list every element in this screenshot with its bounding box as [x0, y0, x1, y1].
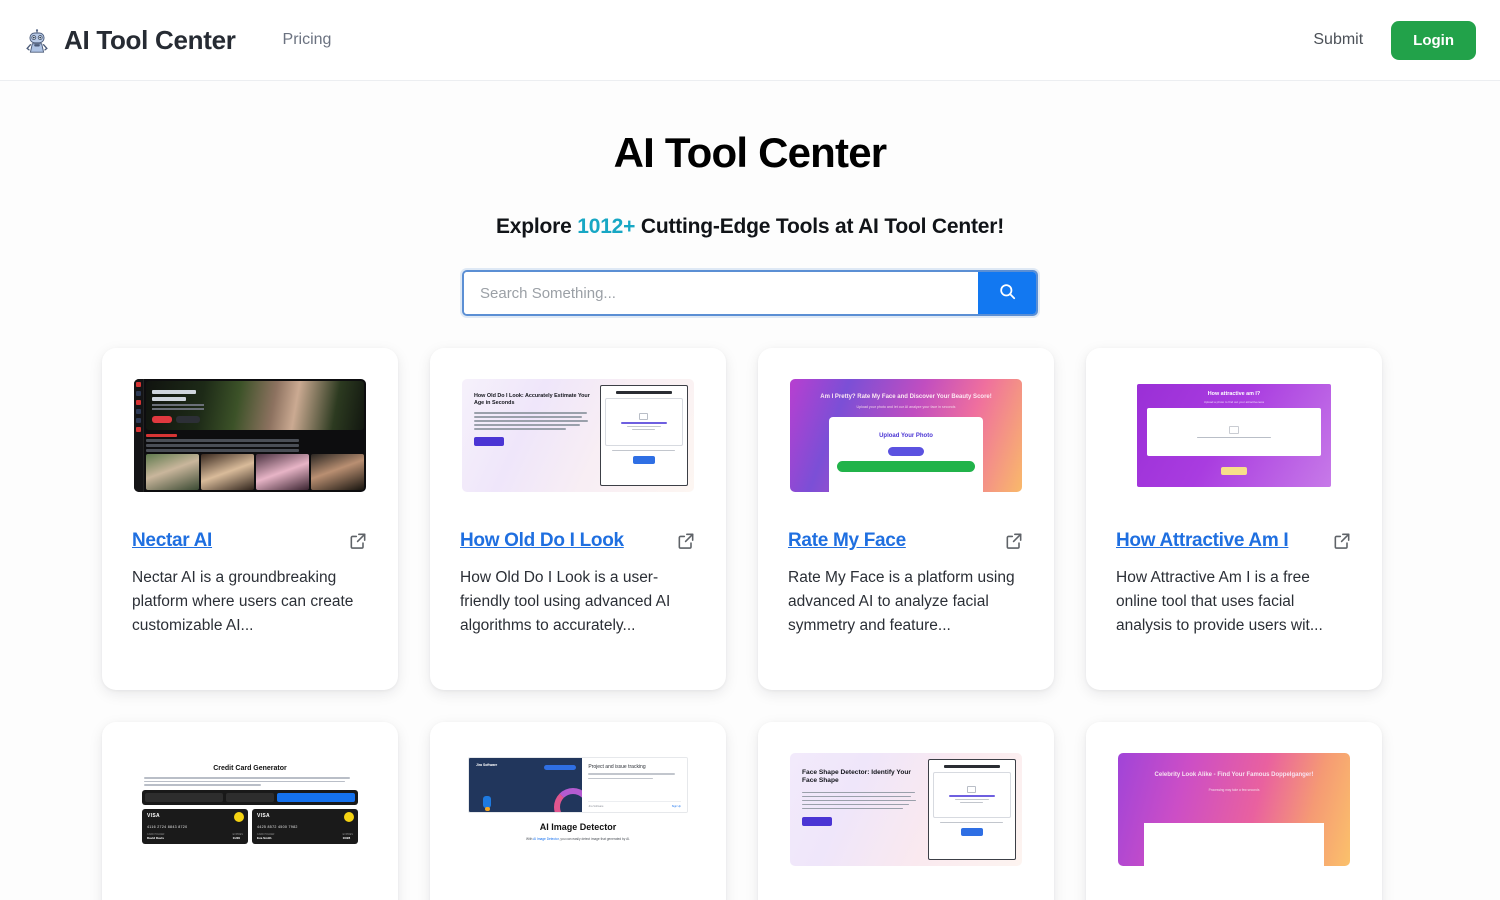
card-description: Nectar AI is a groundbreaking platform w…	[132, 569, 354, 634]
tool-thumbnail-how-old-do-i-look: How Old Do I Look: Accurately Estimate Y…	[462, 379, 694, 492]
thumb-cta	[474, 436, 504, 446]
tool-card[interactable]: Credit Card Generator VISA 4116 2724 884…	[102, 722, 398, 900]
thumb-heading: Credit Card Generator	[213, 765, 287, 772]
search-bar	[462, 270, 1038, 316]
tool-card[interactable]: Face Shape Detector: Identify Your Face …	[758, 722, 1054, 900]
page-title: AI Tool Center	[613, 129, 888, 176]
caption-after: , you can easily detect image that gener…	[558, 837, 631, 841]
hero-subtitle-before: Explore	[495, 215, 578, 238]
hero-section: AI Tool Center Explore 1012+ Cutting-Edg…	[0, 81, 1500, 316]
card-header: How Old Do I Look	[460, 530, 696, 552]
robot-icon	[22, 25, 52, 55]
tool-count: 1012+	[577, 215, 636, 238]
card-description: Rate My Face is a platform using advance…	[788, 569, 1015, 634]
caption-before: With	[525, 837, 534, 841]
card-number: 4116 2724 8843 8720	[147, 824, 188, 829]
thumb-heading: How Old Do I Look: Accurately Estimate Y…	[474, 393, 590, 406]
search-icon	[998, 282, 1017, 304]
tool-card[interactable]: How Old Do I Look: Accurately Estimate Y…	[430, 348, 726, 690]
card-title[interactable]: How Old Do I Look	[460, 530, 624, 552]
brand-logo[interactable]: AI Tool Center	[22, 25, 236, 56]
login-button[interactable]: Login	[1391, 20, 1476, 60]
card-header: How Attractive Am I	[1116, 530, 1352, 552]
tool-card-grid: Nectar AI Nectar AI is a groundbreaking …	[102, 348, 1398, 900]
caption-link: AI Image Detector	[533, 837, 559, 841]
card-expiry: 10/28	[342, 835, 351, 840]
thumb-heading: Am I Pretty? Rate My Face and Discover Y…	[820, 394, 992, 400]
card-brand: VISA	[147, 812, 160, 819]
card-holder: David Davis	[147, 835, 165, 840]
card-brand: VISA	[257, 812, 270, 819]
card-number: 4425 8572 4500 7982	[257, 824, 298, 829]
external-link-icon[interactable]	[676, 531, 696, 551]
header-actions: Submit Login	[1313, 20, 1476, 60]
submit-link[interactable]: Submit	[1313, 31, 1363, 49]
card-title[interactable]: Rate My Face	[788, 530, 906, 552]
thumb-heading: How attractive am I?	[1207, 391, 1261, 398]
tool-thumbnail-face-shape-detector: Face Shape Detector: Identify Your Face …	[790, 753, 1022, 866]
thumb-sub: Upload a photo to find out your attracti…	[1203, 400, 1265, 405]
search-button[interactable]	[978, 272, 1036, 314]
nav-link-pricing[interactable]: Pricing	[283, 31, 332, 49]
external-link-icon[interactable]	[1004, 531, 1024, 551]
card-holder: Eva Smith	[257, 835, 272, 840]
tool-card[interactable]: How attractive am I? Upload a photo to f…	[1086, 348, 1382, 690]
thumb-panel-title: Upload Your Photo	[879, 433, 933, 439]
card-header: Nectar AI	[132, 530, 368, 552]
tool-card[interactable]: Am I Pretty? Rate My Face and Discover Y…	[758, 348, 1054, 690]
card-expiry: 11/29	[232, 835, 240, 840]
main-nav: Pricing	[283, 31, 332, 49]
card-description: How Attractive Am I is a free online too…	[1116, 569, 1323, 634]
tool-thumbnail-ai-image-detector: Jira Software Project and issue tracking…	[462, 753, 694, 866]
tool-card[interactable]: Jira Software Project and issue tracking…	[430, 722, 726, 900]
tool-thumbnail-rate-my-face: Am I Pretty? Rate My Face and Discover Y…	[790, 379, 1022, 492]
tool-thumbnail-how-attractive-am-i: How attractive am I? Upload a photo to f…	[1118, 379, 1350, 492]
ad-cta: Sign Up	[671, 805, 681, 808]
brand-name: AI Tool Center	[64, 24, 236, 55]
site-header: AI Tool Center Pricing Submit Login	[0, 0, 1500, 81]
tool-thumbnail-nectar-ai	[134, 379, 366, 492]
thumb-heading: Face Shape Detector: Identify Your Face …	[802, 769, 911, 785]
thumb-sub: Processing may take a few seconds	[1208, 788, 1260, 792]
tool-thumbnail-credit-card-generator: Credit Card Generator VISA 4116 2724 884…	[134, 753, 366, 866]
external-link-icon[interactable]	[348, 531, 368, 551]
card-title[interactable]: How Attractive Am I	[1116, 530, 1289, 552]
tool-card[interactable]: Nectar AI Nectar AI is a groundbreaking …	[102, 348, 398, 690]
hero-subtitle-after: Cutting-Edge Tools at AI Tool Center!	[635, 215, 1005, 238]
card-header: Rate My Face	[788, 530, 1024, 552]
search-input[interactable]	[464, 272, 978, 314]
hero-subtitle: Explore 1012+ Cutting-Edge Tools at AI T…	[0, 215, 1500, 239]
external-link-icon[interactable]	[1332, 531, 1352, 551]
thumb-sub: Upload your photo and let our AI analyze…	[856, 405, 956, 409]
thumb-heading: AI Image Detector	[539, 822, 617, 832]
ad-title: Project and issue tracking	[588, 764, 646, 770]
tool-card[interactable]: Celebrity Look Alike - Find Your Famous …	[1086, 722, 1382, 900]
card-description: How Old Do I Look is a user-friendly too…	[460, 569, 671, 634]
card-title[interactable]: Nectar AI	[132, 530, 212, 552]
thumb-heading: Celebrity Look Alike - Find Your Famous …	[1154, 772, 1314, 778]
tool-thumbnail-celebrity-look-alike: Celebrity Look Alike - Find Your Famous …	[1118, 753, 1350, 866]
